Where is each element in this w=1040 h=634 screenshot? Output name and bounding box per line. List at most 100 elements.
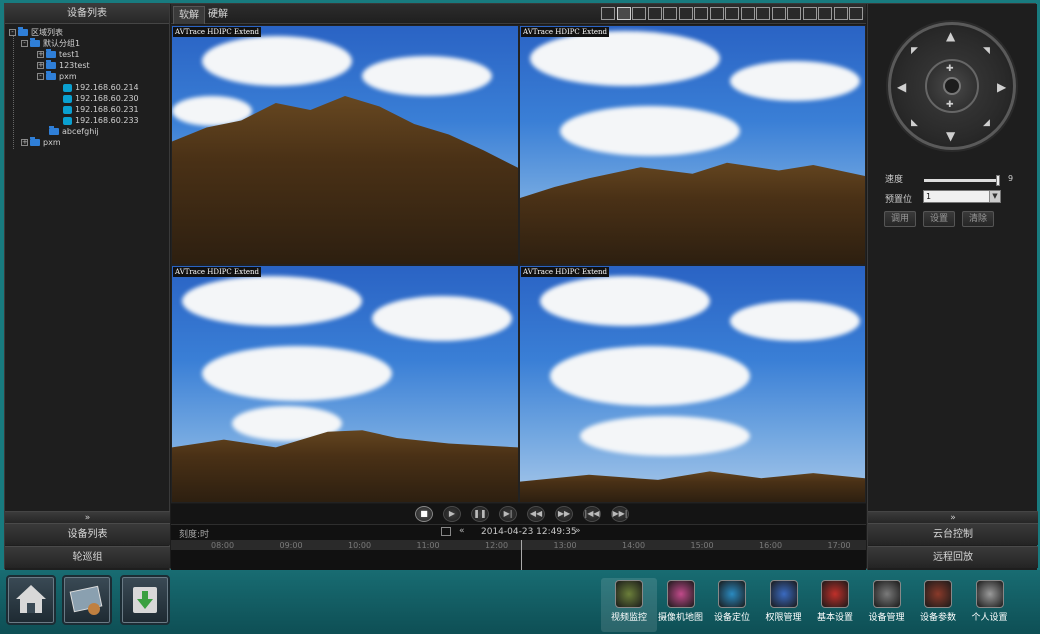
- expand-icon[interactable]: +: [37, 62, 44, 69]
- tab-hardware-decode[interactable]: 硬解: [203, 6, 233, 24]
- tab-software-decode[interactable]: 软解: [173, 6, 205, 24]
- slow-button[interactable]: ◀◀: [527, 506, 545, 522]
- tree-camera[interactable]: 192.168.60.214: [63, 82, 139, 93]
- collapse-icon[interactable]: -: [37, 73, 44, 80]
- tree-folder-123test[interactable]: +123test: [37, 60, 90, 71]
- tree-group-pxm[interactable]: + pxm: [21, 137, 61, 148]
- tree-root[interactable]: - 区域列表: [9, 27, 63, 38]
- layout-option-icon[interactable]: [787, 7, 801, 20]
- video-tile[interactable]: AVTrace HDIPC Extend: [171, 25, 519, 265]
- layout-option-icon[interactable]: [818, 7, 832, 20]
- tree-folder-test1[interactable]: + test1: [37, 49, 79, 60]
- preset-select[interactable]: 1 ▼: [923, 190, 1001, 203]
- patrol-group-button[interactable]: 轮巡组: [5, 546, 170, 568]
- arrow-down-icon[interactable]: ▼: [946, 130, 955, 142]
- ptz-center-icon[interactable]: [943, 77, 961, 95]
- layout-option-icon[interactable]: [740, 7, 755, 20]
- arrow-down-right-icon[interactable]: ◢: [983, 117, 990, 129]
- scrap-pile: [172, 430, 518, 502]
- layout-option-icon[interactable]: [616, 7, 631, 20]
- chevron-right-icon[interactable]: »: [575, 526, 581, 536]
- tree-group-default[interactable]: - 默认分组1: [21, 38, 80, 49]
- collapse-chevron-icon[interactable]: »: [868, 511, 1038, 523]
- layout-option-icon[interactable]: [678, 7, 693, 20]
- timeline-cursor[interactable]: [521, 540, 522, 571]
- sky-cloud: [560, 106, 740, 156]
- video-tile[interactable]: AVTrace HDIPC Extend: [171, 265, 519, 503]
- arrow-right-icon[interactable]: ▶: [997, 81, 1006, 93]
- zoom-in-icon[interactable]: ✚: [946, 63, 954, 75]
- tree-camera[interactable]: 192.168.60.231: [63, 104, 139, 115]
- layout-option-icon[interactable]: [632, 7, 646, 20]
- nav-item[interactable]: 权限管理: [756, 578, 812, 632]
- settings-wheel-icon: [821, 580, 849, 608]
- stop-button[interactable]: ■: [415, 506, 433, 522]
- collapse-icon[interactable]: -: [21, 40, 28, 47]
- layout-option-icon[interactable]: [725, 7, 739, 20]
- snapshot-button[interactable]: [62, 575, 112, 625]
- ptz-control-wheel[interactable]: ▲ ▼ ◀ ▶ ◤ ◥ ◣ ◢ ✚ ✚: [888, 22, 1016, 150]
- nav-item[interactable]: 设备管理: [859, 578, 915, 632]
- expand-icon[interactable]: +: [21, 139, 28, 146]
- arrow-up-right-icon[interactable]: ◥: [983, 45, 990, 57]
- nav-item-label: 权限管理: [765, 613, 802, 623]
- home-button[interactable]: [6, 575, 56, 625]
- nav-item[interactable]: 设备参数: [910, 578, 966, 632]
- arrow-left-icon[interactable]: ◀: [897, 81, 906, 93]
- tree-folder-abcefghij[interactable]: abcefghij: [49, 126, 99, 137]
- nav-item-label: 设备定位: [713, 613, 750, 623]
- timeline-tick: 10:00: [348, 541, 372, 550]
- tree-folder-pxm[interactable]: - pxm: [37, 71, 77, 82]
- layout-option-icon[interactable]: [802, 7, 817, 20]
- video-tile[interactable]: AVTrace HDIPC Extend: [519, 25, 866, 265]
- play-button[interactable]: ▶: [443, 506, 461, 522]
- chevron-left-icon[interactable]: «: [459, 526, 465, 536]
- zoom-out-icon[interactable]: ✚: [946, 99, 954, 111]
- video-tile[interactable]: AVTrace HDIPC Extend: [519, 265, 866, 503]
- chip-icon: [924, 580, 952, 608]
- sky-cloud: [202, 346, 392, 401]
- ptz-control-button[interactable]: 云台控制: [868, 523, 1038, 545]
- arrow-up-left-icon[interactable]: ◤: [911, 45, 918, 57]
- nav-item[interactable]: 摄像机地图: [653, 578, 709, 632]
- collapse-icon[interactable]: -: [9, 29, 16, 36]
- layout-option-icon[interactable]: [601, 7, 615, 20]
- nav-item[interactable]: 个人设置: [962, 578, 1018, 632]
- layout-option-icon[interactable]: [833, 7, 848, 20]
- layout-option-icon[interactable]: [709, 7, 724, 20]
- fast-button[interactable]: ▶▶: [555, 506, 573, 522]
- video-grid-icon: [615, 580, 643, 608]
- chevron-down-icon[interactable]: ▼: [989, 191, 1000, 202]
- ptz-zoom-ring[interactable]: ✚ ✚: [925, 59, 979, 113]
- clear-preset-button[interactable]: 清除: [962, 211, 994, 227]
- expand-icon[interactable]: +: [37, 51, 44, 58]
- calendar-icon[interactable]: [441, 527, 451, 536]
- sky-cloud: [372, 296, 512, 341]
- sky-cloud: [540, 276, 710, 326]
- call-preset-button[interactable]: 调用: [884, 211, 916, 227]
- layout-option-icon[interactable]: [849, 7, 863, 20]
- tree-camera[interactable]: 192.168.60.233: [63, 115, 139, 126]
- layout-option-icon[interactable]: [647, 7, 662, 20]
- prev-frame-button[interactable]: |◀◀: [583, 506, 601, 522]
- collapse-chevron-icon[interactable]: »: [5, 511, 170, 523]
- next-frame-button[interactable]: ▶▶|: [611, 506, 629, 522]
- remote-playback-button[interactable]: 远程回放: [868, 546, 1038, 568]
- step-button[interactable]: ▶|: [499, 506, 517, 522]
- set-preset-button[interactable]: 设置: [923, 211, 955, 227]
- pause-button[interactable]: ❚❚: [471, 506, 489, 522]
- layout-option-icon[interactable]: [771, 7, 786, 20]
- tree-camera[interactable]: 192.168.60.230: [63, 93, 139, 104]
- device-list-button[interactable]: 设备列表: [5, 523, 170, 545]
- layout-option-icon[interactable]: [694, 7, 708, 20]
- nav-item[interactable]: 设备定位: [704, 578, 760, 632]
- download-button[interactable]: [120, 575, 170, 625]
- nav-item[interactable]: 视频监控: [601, 578, 657, 632]
- speed-slider[interactable]: [924, 179, 1000, 182]
- speed-slider-thumb[interactable]: [996, 175, 1001, 186]
- layout-option-icon[interactable]: [756, 7, 770, 20]
- arrow-up-icon[interactable]: ▲: [946, 30, 955, 42]
- layout-option-icon[interactable]: [663, 7, 677, 20]
- nav-item[interactable]: 基本设置: [807, 578, 863, 632]
- arrow-down-left-icon[interactable]: ◣: [911, 117, 918, 129]
